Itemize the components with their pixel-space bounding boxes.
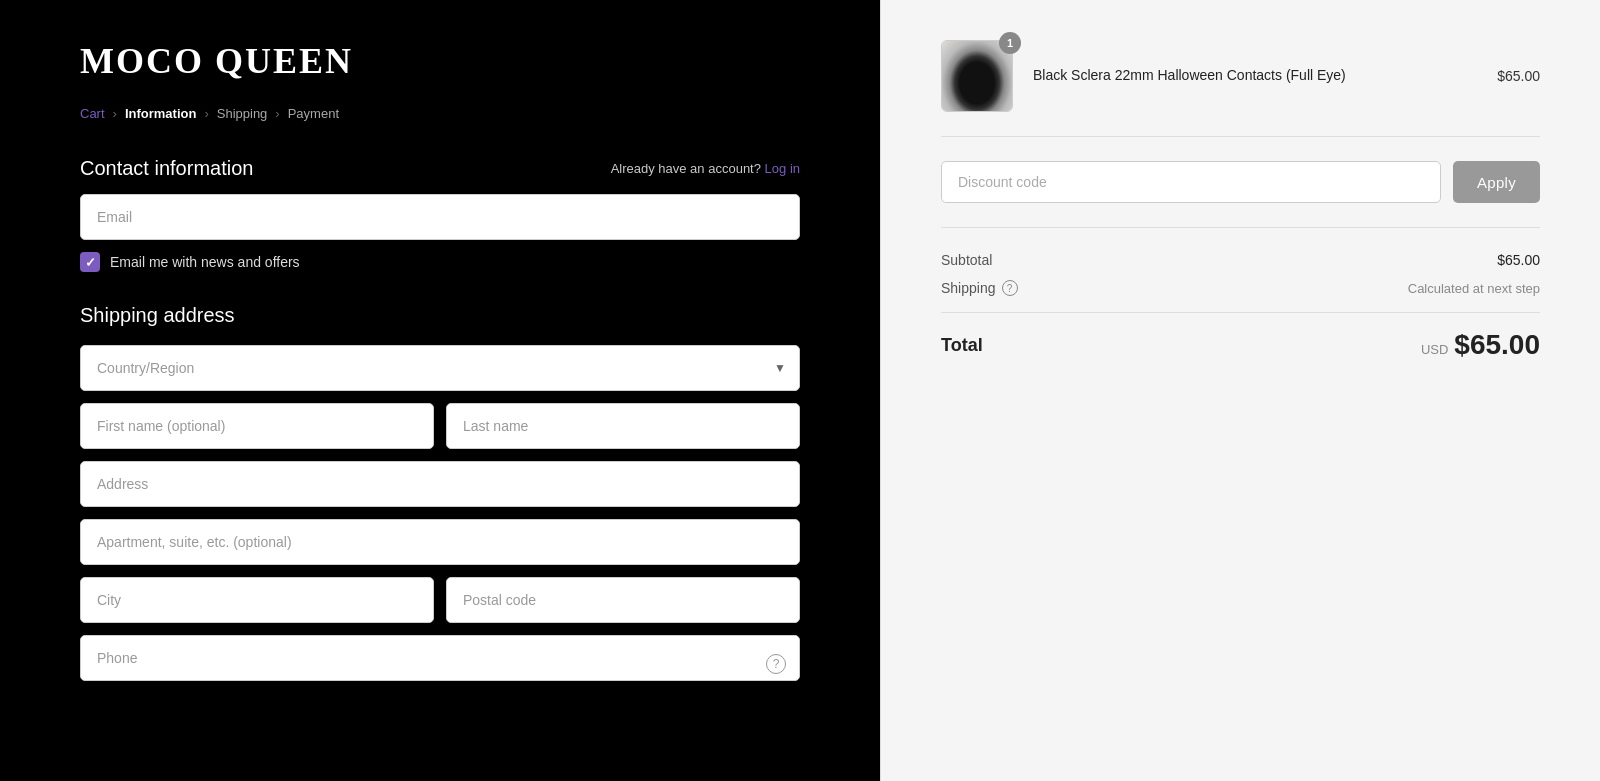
country-select[interactable]: United States Canada United Kingdom: [80, 345, 800, 391]
product-row: 1 Black Sclera 22mm Halloween Contacts (…: [941, 40, 1540, 137]
sep-1: ›: [113, 106, 117, 121]
shipping-row: Shipping ? Calculated at next step: [941, 280, 1540, 296]
phone-wrapper: ?: [80, 635, 800, 693]
right-panel: 1 Black Sclera 22mm Halloween Contacts (…: [880, 0, 1600, 781]
newsletter-checkbox[interactable]: [80, 252, 100, 272]
apply-button[interactable]: Apply: [1453, 161, 1540, 203]
total-row: Total USD $65.00: [941, 329, 1540, 361]
product-quantity-badge: 1: [999, 32, 1021, 54]
store-logo: MOCO QUEEN: [80, 40, 800, 82]
breadcrumb-cart[interactable]: Cart: [80, 106, 105, 121]
newsletter-row: Email me with news and offers: [80, 252, 800, 272]
product-name: Black Sclera 22mm Halloween Contacts (Fu…: [1033, 66, 1477, 86]
newsletter-label: Email me with news and offers: [110, 254, 300, 270]
contact-header: Contact information Already have an acco…: [80, 157, 800, 180]
breadcrumb-payment: Payment: [288, 106, 339, 121]
total-divider: [941, 312, 1540, 313]
discount-row: Apply: [941, 161, 1540, 228]
shipping-note: Calculated at next step: [1408, 281, 1540, 296]
sep-2: ›: [204, 106, 208, 121]
phone-field[interactable]: [80, 635, 800, 681]
first-name-field[interactable]: [80, 403, 434, 449]
shipping-section: Shipping address United States Canada Un…: [80, 304, 800, 693]
shipping-label: Shipping ?: [941, 280, 1018, 296]
subtotal-row: Subtotal $65.00: [941, 252, 1540, 268]
shipping-title: Shipping address: [80, 304, 800, 327]
login-prompt: Already have an account? Log in: [611, 161, 800, 176]
apt-field[interactable]: [80, 519, 800, 565]
city-field[interactable]: [80, 577, 434, 623]
postal-field[interactable]: [446, 577, 800, 623]
phone-help-icon[interactable]: ?: [766, 654, 786, 674]
email-field[interactable]: [80, 194, 800, 240]
total-currency: USD: [1421, 342, 1448, 357]
product-info: Black Sclera 22mm Halloween Contacts (Fu…: [1033, 66, 1477, 86]
address-field[interactable]: [80, 461, 800, 507]
name-row: [80, 403, 800, 449]
breadcrumb-shipping: Shipping: [217, 106, 268, 121]
last-name-field[interactable]: [446, 403, 800, 449]
product-price: $65.00: [1497, 68, 1540, 84]
left-panel: MOCO QUEEN Cart › Information › Shipping…: [0, 0, 880, 781]
city-postal-row: [80, 577, 800, 623]
subtotal-label: Subtotal: [941, 252, 992, 268]
country-wrapper: United States Canada United Kingdom ▼: [80, 345, 800, 391]
total-amount: $65.00: [1454, 329, 1540, 361]
product-image: [942, 41, 1012, 111]
sep-3: ›: [275, 106, 279, 121]
log-in-link[interactable]: Log in: [765, 161, 800, 176]
shipping-help-icon[interactable]: ?: [1002, 280, 1018, 296]
breadcrumb-information: Information: [125, 106, 197, 121]
total-value: USD $65.00: [1421, 329, 1540, 361]
breadcrumb: Cart › Information › Shipping › Payment: [80, 106, 800, 121]
contact-title: Contact information: [80, 157, 253, 180]
product-thumbnail-wrapper: 1: [941, 40, 1013, 112]
subtotal-value: $65.00: [1497, 252, 1540, 268]
discount-input[interactable]: [941, 161, 1441, 203]
total-label: Total: [941, 335, 983, 356]
